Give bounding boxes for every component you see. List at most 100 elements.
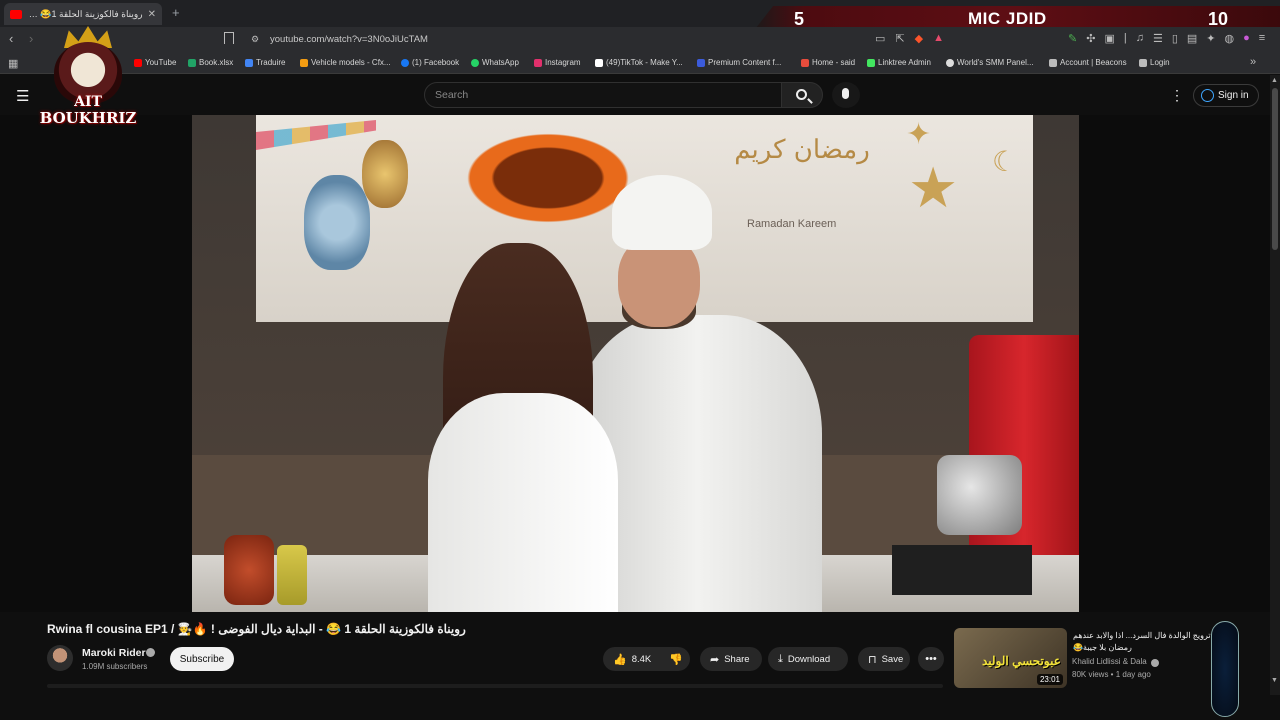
settings-menu-icon[interactable]: ⋮ bbox=[1170, 87, 1184, 104]
address-actions: ▭ ⇱ ◆ ▲ bbox=[875, 32, 944, 45]
bookmark-home-said[interactable]: Home - said bbox=[801, 58, 855, 67]
bookmark-whatsapp[interactable]: WhatsApp bbox=[471, 58, 519, 67]
star-icon: ✦ bbox=[906, 118, 932, 151]
more-bookmarks-icon[interactable]: » bbox=[1250, 56, 1256, 68]
vpn-icon[interactable]: ◍ bbox=[1225, 32, 1235, 45]
bookmark-book-xlsx[interactable]: Book.xlsx bbox=[188, 58, 233, 67]
puzzle-icon[interactable]: ✣ bbox=[1086, 32, 1095, 45]
apps-grid-icon[interactable]: ▦ bbox=[8, 57, 18, 70]
woman-figure bbox=[428, 243, 618, 612]
bookmark-premium-content[interactable]: Premium Content f... bbox=[697, 58, 781, 67]
url-field[interactable]: youtube.com/watch?v=3N0oJiUcTAM bbox=[270, 34, 428, 45]
recommended-meta: 80K views • 1 day ago bbox=[1072, 670, 1151, 679]
music-icon[interactable]: ♫ bbox=[1136, 32, 1144, 45]
description-box-edge bbox=[47, 684, 943, 688]
site-info-icon[interactable]: ⚙ bbox=[251, 34, 259, 45]
bookmark-linktree[interactable]: Linktree Admin bbox=[867, 58, 931, 67]
reading-list-icon[interactable]: ☰ bbox=[1153, 32, 1163, 45]
subscriber-count: 1.09M subscribers bbox=[82, 662, 148, 671]
more-actions-button[interactable]: ••• bbox=[918, 647, 944, 671]
sidebar-icon[interactable]: ▯ bbox=[1172, 32, 1178, 45]
tab-title: رويناة فالكوزينة الحلقة 1😂 - البد... bbox=[27, 8, 143, 19]
channel-avatar[interactable] bbox=[47, 645, 73, 671]
bookmark-traduire[interactable]: Traduire bbox=[245, 58, 286, 67]
microphone-icon bbox=[842, 88, 849, 99]
excel-icon bbox=[188, 58, 196, 67]
share-page-icon[interactable]: ⇱ bbox=[895, 32, 904, 45]
user-icon bbox=[1201, 89, 1214, 102]
thumbs-down-icon[interactable]: 👎 bbox=[669, 653, 683, 666]
sign-in-button[interactable]: Sign in bbox=[1193, 84, 1259, 107]
search-icon bbox=[796, 89, 807, 100]
back-arrow-icon[interactable]: ‹ bbox=[9, 31, 13, 46]
extension-icon[interactable]: ✎ bbox=[1068, 32, 1077, 45]
close-tab-icon[interactable]: ✕ bbox=[148, 9, 156, 20]
download-icon: ⤓ bbox=[778, 652, 783, 665]
steel-pot bbox=[937, 455, 1022, 535]
scrollbar-thumb[interactable] bbox=[1272, 88, 1278, 250]
logo-line-1: AIT bbox=[74, 94, 102, 110]
channel-name[interactable]: Maroki Rider bbox=[82, 647, 146, 659]
bookmark-youtube[interactable]: YouTube bbox=[134, 58, 176, 67]
voice-search-button[interactable] bbox=[832, 82, 860, 108]
scoreboard-title: MIC JDID bbox=[968, 9, 1047, 28]
cast-icon[interactable]: ▭ bbox=[875, 32, 885, 45]
screenshot-icon[interactable]: ▣ bbox=[1104, 32, 1114, 45]
search-placeholder: Search bbox=[435, 89, 469, 101]
video-frame[interactable]: رمضان كريم Ramadan Kareem ✦ ★ ☾ bbox=[192, 115, 1079, 612]
profile-icon[interactable]: ● bbox=[1243, 32, 1250, 45]
share-label: Share bbox=[724, 653, 750, 665]
verified-badge-icon bbox=[1151, 659, 1159, 667]
recommended-title[interactable]: ترويج الوالدة فال السرد... اذا والابد عن… bbox=[1073, 630, 1213, 654]
wallet-icon[interactable]: ▤ bbox=[1187, 32, 1197, 45]
chef-hat bbox=[612, 175, 712, 250]
thumbnail-text: عبوتحسي الوليد bbox=[982, 654, 1061, 668]
bookmark-save-icon: ⊓ bbox=[868, 653, 877, 666]
scroll-up-icon[interactable]: ▲ bbox=[1271, 77, 1278, 84]
search-button[interactable] bbox=[781, 82, 823, 108]
subscribe-button[interactable]: Subscribe bbox=[170, 647, 234, 671]
bookmark-instagram[interactable]: Instagram bbox=[534, 58, 581, 67]
hamburger-menu-icon[interactable]: ☰ bbox=[16, 87, 29, 105]
download-button[interactable]: ⤓ Download bbox=[768, 647, 848, 671]
leo-icon[interactable]: ✦ bbox=[1206, 32, 1215, 45]
channel-logo-overlay: AIT BOUKHRIZ bbox=[36, 22, 140, 132]
more-horizontal-icon: ••• bbox=[925, 653, 937, 665]
share-button[interactable]: ➦ Share bbox=[700, 647, 762, 671]
brave-shield-icon[interactable]: ◆ bbox=[915, 32, 923, 45]
translate-icon bbox=[245, 58, 253, 67]
video-duration: 23:01 bbox=[1036, 674, 1063, 685]
search-input[interactable] bbox=[424, 82, 782, 108]
rewards-icon[interactable]: ▲ bbox=[933, 32, 944, 45]
whatsapp-icon bbox=[471, 58, 479, 67]
forward-arrow-icon[interactable]: › bbox=[29, 31, 33, 46]
woman-coat bbox=[428, 393, 618, 612]
login-icon bbox=[1139, 58, 1147, 67]
bookmark-facebook[interactable]: (1) Facebook bbox=[401, 58, 459, 67]
browser-menu-icon[interactable]: ≡ bbox=[1259, 32, 1265, 45]
verified-badge-icon bbox=[146, 648, 155, 657]
download-label: Download bbox=[787, 653, 831, 665]
video-title: Rwina fl cousina EP1 / 🧑‍🍳🔥 ! رويناة فال… bbox=[47, 622, 466, 636]
bookmark-login[interactable]: Login bbox=[1139, 58, 1170, 67]
new-tab-icon[interactable]: + bbox=[172, 5, 180, 20]
recommended-channel[interactable]: Khalid Lidlissi & Dala bbox=[1072, 657, 1147, 666]
save-button[interactable]: ⊓ Save bbox=[858, 647, 910, 671]
bookmark-icon[interactable] bbox=[224, 32, 234, 44]
bookmark-smm-panel[interactable]: World's SMM Panel... bbox=[946, 58, 1034, 67]
bookmark-tiktok[interactable]: (49)TikTok - Make Y... bbox=[595, 58, 683, 67]
thumbs-up-icon[interactable]: 👍 bbox=[613, 653, 627, 666]
honey-jar bbox=[224, 535, 274, 605]
tiktok-icon bbox=[595, 58, 603, 67]
bookmark-vehicle-models[interactable]: Vehicle models - Cfx... bbox=[300, 58, 391, 67]
home-said-icon bbox=[801, 58, 809, 67]
recommended-thumbnail[interactable]: عبوتحسي الوليد 23:01 bbox=[954, 628, 1067, 688]
bookmark-beacons[interactable]: Account | Beacons bbox=[1049, 58, 1127, 67]
like-count[interactable]: 8.4K bbox=[632, 654, 652, 665]
oil-bottle bbox=[277, 545, 307, 605]
like-dislike-group: 👍 8.4K 👎 bbox=[603, 647, 690, 671]
separator-icon: | bbox=[1123, 32, 1127, 44]
scroll-down-icon[interactable]: ▼ bbox=[1271, 677, 1278, 684]
lantern-decoration bbox=[362, 140, 408, 208]
premium-icon bbox=[697, 58, 705, 67]
